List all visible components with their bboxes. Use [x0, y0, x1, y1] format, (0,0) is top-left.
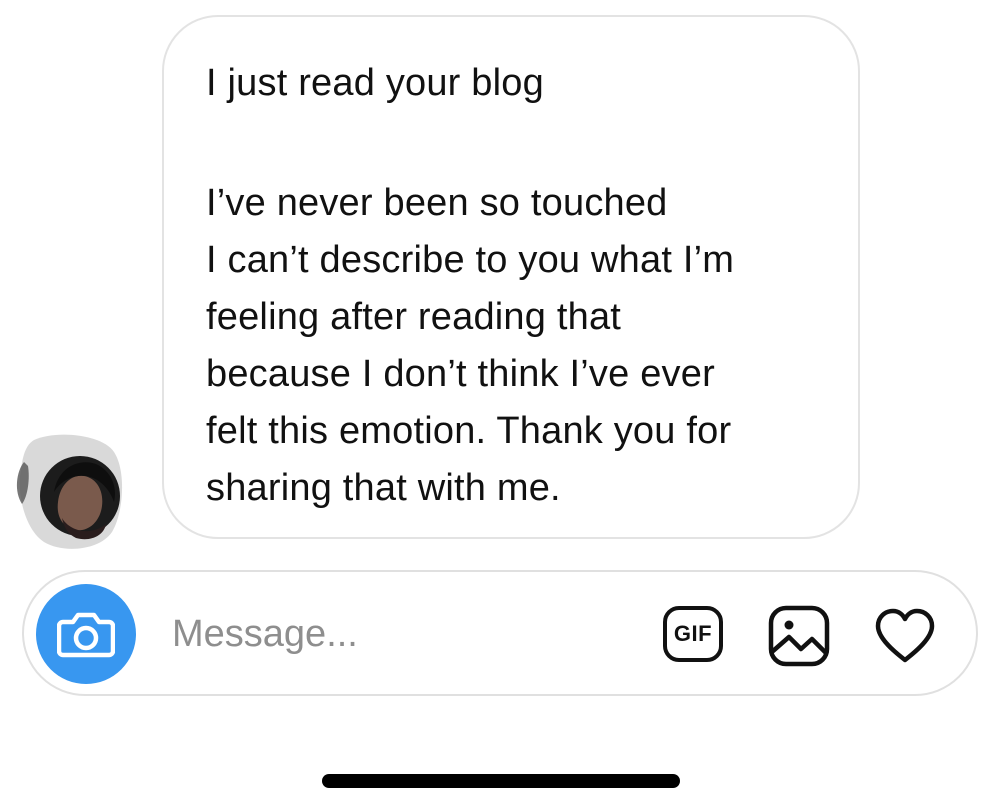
message-composer: GIF [22, 570, 978, 696]
like-button[interactable] [872, 605, 938, 667]
message-input[interactable] [172, 602, 632, 666]
heart-icon [875, 608, 935, 663]
image-icon [768, 605, 830, 667]
message-line: I can’t describe to you what I’m [206, 239, 735, 281]
sender-avatar[interactable] [14, 432, 126, 552]
home-indicator[interactable] [322, 774, 680, 788]
message-line: because I don’t think I’ve ever [206, 353, 715, 395]
message-line: feeling after reading that [206, 296, 622, 338]
avatar-image [16, 434, 123, 549]
camera-button[interactable] [36, 584, 136, 684]
message-line: felt this emotion. Thank you for [206, 410, 732, 452]
gif-icon: GIF [663, 606, 723, 662]
gif-button[interactable]: GIF [660, 602, 726, 666]
camera-icon [57, 612, 115, 658]
gallery-button[interactable] [766, 604, 832, 668]
received-message-bubble: I just read your blog I’ve never been so… [162, 15, 860, 539]
message-line: I’ve never been so touched [206, 182, 668, 224]
message-line: I just read your blog [206, 62, 544, 104]
message-line: sharing that with me. [206, 467, 561, 509]
